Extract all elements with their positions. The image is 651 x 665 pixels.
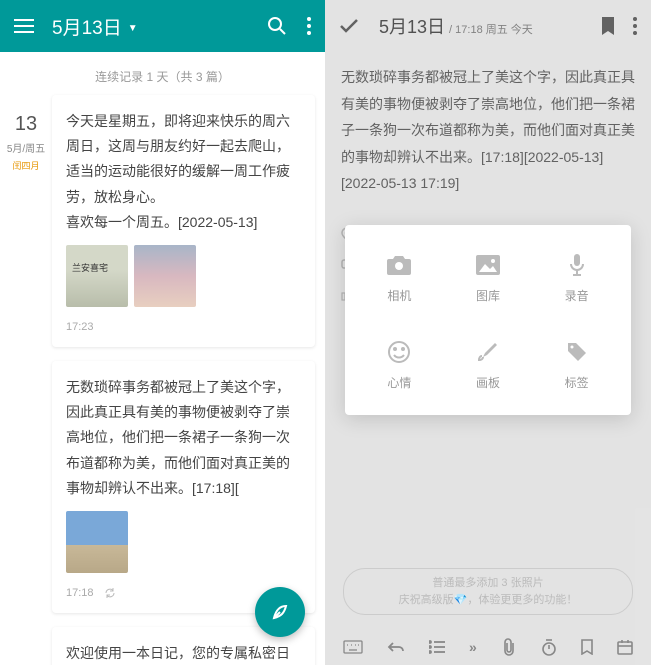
editor-toolbar: » [325,629,651,665]
calendar-icon[interactable] [617,639,633,655]
entry-card[interactable]: 今天是星期五，即将迎来快乐的周六周日，这周与朋友约好一起去爬山，适当的运动能很好… [52,95,315,347]
attachment-sheet: 相机 图库 录音 心情 画板 标签 [345,225,631,415]
dropdown-icon: ▼ [128,23,138,34]
sheet-camera[interactable]: 相机 [355,253,444,304]
smile-icon [355,340,444,364]
sheet-label: 心情 [355,374,444,391]
menu-icon[interactable] [14,19,36,33]
list-icon[interactable] [429,640,445,654]
sheet-label: 画板 [444,374,533,391]
editor-screen: 5月13日 / 17:18 周五 今天 无数琐碎事务都被冠上了美这个字，因此真正… [325,0,651,665]
entry-text: 今天是星期五，即将迎来快乐的周六周日，这周与朋友约好一起去爬山，适当的运动能很好… [66,109,301,235]
list-screen: 5月13日▼ 连续记录 1 天（共 3 篇） 13 5月/周五 闰四月 今天是星… [0,0,325,665]
more-icon[interactable] [307,17,311,35]
attach-icon[interactable] [501,638,517,656]
compose-fab[interactable] [255,587,305,637]
sync-icon [104,587,116,599]
feather-icon [270,602,290,622]
sheet-tag[interactable]: 标签 [532,340,621,391]
banner-line1: 普通最多添加 3 张照片 [358,575,618,592]
day-week: 5月/周五 [0,140,52,155]
sheet-label: 图库 [444,287,533,304]
sheet-mood[interactable]: 心情 [355,340,444,391]
search-icon[interactable] [267,16,287,36]
entry-text: 无数琐碎事务都被冠上了美这个字，因此真正具有美的事物便被剥夺了崇高地位，他们把一… [66,375,301,501]
banner-line2: 庆祝高级版💎，体验更更多的功能！ [358,592,618,609]
sheet-record[interactable]: 录音 [532,253,621,304]
sheet-label: 标签 [532,374,621,391]
sheet-label: 录音 [532,287,621,304]
entry-images [66,511,301,573]
header-date[interactable]: 5月13日▼ [52,13,267,40]
sheet-canvas[interactable]: 画板 [444,340,533,391]
upgrade-banner[interactable]: 普通最多添加 3 张照片 庆祝高级版💎，体验更更多的功能！ [343,568,633,615]
day-number: 13 [0,113,52,136]
timer-icon[interactable] [541,638,557,656]
entry-thumbnail[interactable] [66,511,128,573]
undo-icon[interactable] [387,641,405,653]
left-header: 5月13日▼ [0,0,325,52]
entry-time: 17:23 [66,321,301,333]
keyboard-icon[interactable] [343,640,363,654]
expand-icon[interactable]: » [469,639,477,655]
entry-thumbnail[interactable] [66,245,128,307]
mic-icon [532,253,621,277]
entry-card[interactable]: 无数琐碎事务都被冠上了美这个字，因此真正具有美的事物便被剥夺了崇高地位，他们把一… [52,361,315,613]
entry-thumbnail[interactable] [134,245,196,307]
image-icon [444,253,533,277]
bookmark-tool-icon[interactable] [581,639,593,655]
camera-icon [355,253,444,277]
stats-text: 连续记录 1 天（共 3 篇） [0,52,325,95]
lunar-tag: 闰四月 [0,159,52,172]
sheet-label: 相机 [355,287,444,304]
entry-text: 欢迎使用一本日记，您的专属私密日 [66,641,301,665]
brush-icon [444,340,533,364]
tag-icon [532,340,621,364]
date-sidebar: 13 5月/周五 闰四月 [0,95,52,665]
entry-images [66,245,301,307]
sheet-gallery[interactable]: 图库 [444,253,533,304]
